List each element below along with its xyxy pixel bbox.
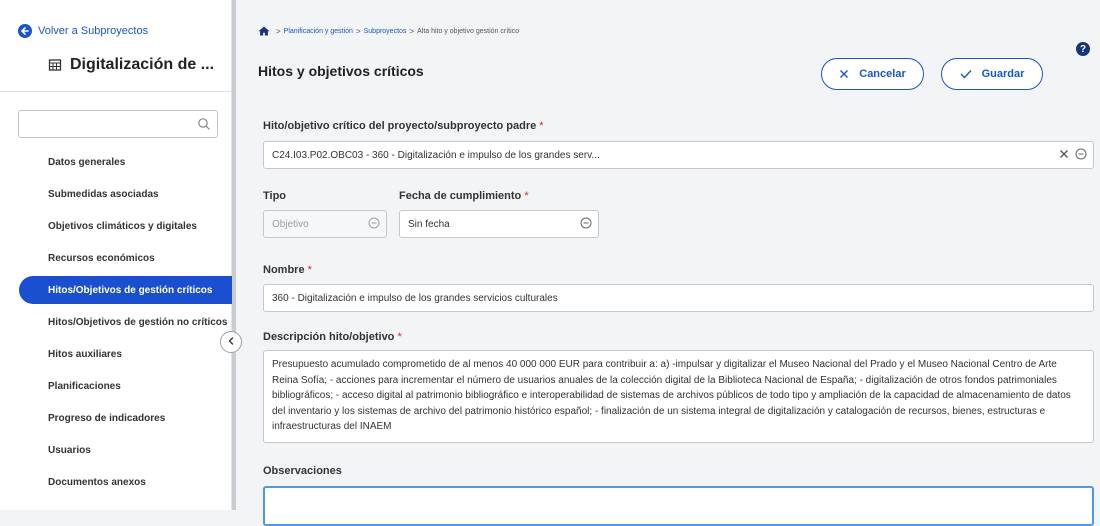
project-title-text: Digitalización de ...: [70, 56, 215, 73]
table-icon: [48, 58, 62, 72]
collapse-icon[interactable]: [1075, 148, 1087, 163]
breadcrumb-separator: >: [276, 26, 281, 36]
sidebar-item-datos-generales[interactable]: Datos generales: [0, 146, 232, 178]
sidebar-item-hitos-no-criticos[interactable]: Hitos/Objetivos de gestión no críticos: [0, 306, 232, 338]
breadcrumb-link-subproyectos[interactable]: Subproyectos: [364, 28, 407, 35]
tipo-value: Objetivo: [272, 218, 309, 230]
sidebar-item-label: Hitos auxiliares: [48, 348, 122, 360]
main-content: > Planificación y gestión > Subproyectos…: [236, 0, 1100, 526]
descripcion-label: Descripción hito/objetivo *: [263, 331, 402, 343]
label-text: Nombre: [263, 264, 305, 276]
breadcrumb-link-planificacion[interactable]: Planificación y gestión: [284, 28, 353, 35]
sidebar-item-submedidas[interactable]: Submedidas asociadas: [0, 178, 232, 210]
back-arrow-icon: [18, 24, 32, 38]
descripcion-textarea[interactable]: Presupuesto acumulado comprometido de al…: [263, 350, 1094, 443]
required-mark: *: [524, 190, 529, 202]
sidebar: Volver a Subproyectos Digitalización de …: [0, 0, 232, 510]
tipo-label: Tipo: [263, 190, 286, 202]
check-icon: [960, 69, 972, 79]
label-text: Observaciones: [263, 465, 342, 477]
back-link-label: Volver a Subproyectos: [38, 25, 149, 37]
fecha-label: Fecha de cumplimiento *: [399, 190, 529, 202]
page-title: Hitos y objetivos críticos: [258, 63, 424, 79]
sidebar-item-hitos-auxiliares[interactable]: Hitos auxiliares: [0, 338, 232, 370]
nombre-input[interactable]: 360 - Digitalización e impulso de los gr…: [263, 284, 1094, 312]
required-mark: *: [397, 331, 402, 343]
search-icon[interactable]: [197, 117, 211, 136]
breadcrumb-separator: >: [355, 26, 361, 36]
label-text: Tipo: [263, 190, 287, 202]
breadcrumb-separator: >: [409, 26, 415, 36]
back-to-subprojects-link[interactable]: Volver a Subproyectos: [18, 24, 148, 38]
sidebar-item-hitos-criticos[interactable]: Hitos/Objetivos de gestión críticos: [19, 276, 232, 304]
sidebar-item-label: Usuarios: [48, 444, 91, 456]
collapse-sidebar-button[interactable]: [220, 331, 242, 353]
sidebar-item-label: Progreso de indicadores: [48, 412, 166, 424]
sidebar-item-label: Recursos económicos: [48, 252, 155, 264]
sidebar-item-objetivos-climaticos[interactable]: Objetivos climáticos y digitales: [0, 210, 232, 242]
divider: [0, 91, 232, 92]
cancel-button-label: Cancelar: [859, 68, 906, 80]
save-button[interactable]: Guardar: [941, 58, 1043, 90]
sidebar-item-usuarios[interactable]: Usuarios: [0, 434, 232, 466]
required-mark: *: [307, 264, 312, 276]
close-icon: [839, 69, 849, 79]
fecha-select[interactable]: Sin fecha: [399, 210, 599, 238]
parent-milestone-label: Hito/objetivo crítico del proyecto/subpr…: [263, 120, 544, 132]
observaciones-textarea[interactable]: [263, 486, 1094, 526]
sidebar-item-recursos-economicos[interactable]: Recursos económicos: [0, 242, 232, 274]
nombre-label: Nombre *: [263, 264, 312, 276]
sidebar-item-progreso-indicadores[interactable]: Progreso de indicadores: [0, 402, 232, 434]
sidebar-item-planificaciones[interactable]: Planificaciones: [0, 370, 232, 402]
sidebar-item-label: Objetivos climáticos y digitales: [48, 220, 197, 232]
sidebar-item-label: Documentos anexos: [48, 476, 146, 488]
fecha-value: Sin fecha: [408, 218, 450, 230]
help-icon[interactable]: ?: [1076, 42, 1090, 56]
parent-milestone-value: C24.I03.P02.OBC03 - 360 - Digitalización…: [272, 149, 600, 161]
label-text: Fecha de cumplimiento: [399, 190, 522, 202]
label-text: Hito/objetivo crítico del proyecto/subpr…: [263, 120, 537, 132]
home-icon[interactable]: [258, 26, 270, 36]
parent-milestone-select[interactable]: C24.I03.P02.OBC03 - 360 - Digitalización…: [263, 141, 1094, 169]
collapse-icon[interactable]: [580, 217, 592, 232]
required-mark: *: [539, 120, 544, 132]
project-title: Digitalización de ...: [48, 56, 214, 74]
save-button-label: Guardar: [981, 68, 1025, 80]
sidebar-item-label: Planificaciones: [48, 380, 121, 392]
collapse-icon: [368, 217, 380, 232]
help-glyph: ?: [1079, 43, 1087, 55]
label-text: Descripción hito/objetivo: [263, 331, 395, 343]
sidebar-item-label: Datos generales: [48, 156, 126, 168]
sidebar-item-label: Hitos/Objetivos de gestión no críticos: [48, 316, 228, 328]
tipo-select: Objetivo: [263, 210, 387, 238]
cancel-button[interactable]: Cancelar: [821, 58, 924, 90]
chevron-left-icon: [226, 333, 236, 351]
descripcion-value: Presupuesto acumulado comprometido de al…: [272, 359, 1071, 432]
sidebar-item-label: Hitos/Objetivos de gestión críticos: [48, 284, 213, 296]
nombre-value: 360 - Digitalización e impulso de los gr…: [272, 292, 558, 304]
sidebar-item-documentos-anexos[interactable]: Documentos anexos: [0, 466, 232, 498]
breadcrumb: > Planificación y gestión > Subproyectos…: [258, 26, 519, 36]
breadcrumb-current: Alta hito y objetivo gestión crítico: [417, 27, 520, 35]
clear-icon[interactable]: [1059, 149, 1069, 162]
sidebar-nav: Datos generales Submedidas asociadas Obj…: [0, 146, 232, 498]
sidebar-search-input[interactable]: [18, 110, 218, 138]
observaciones-label: Observaciones: [263, 465, 342, 477]
sidebar-item-label: Submedidas asociadas: [48, 188, 159, 200]
